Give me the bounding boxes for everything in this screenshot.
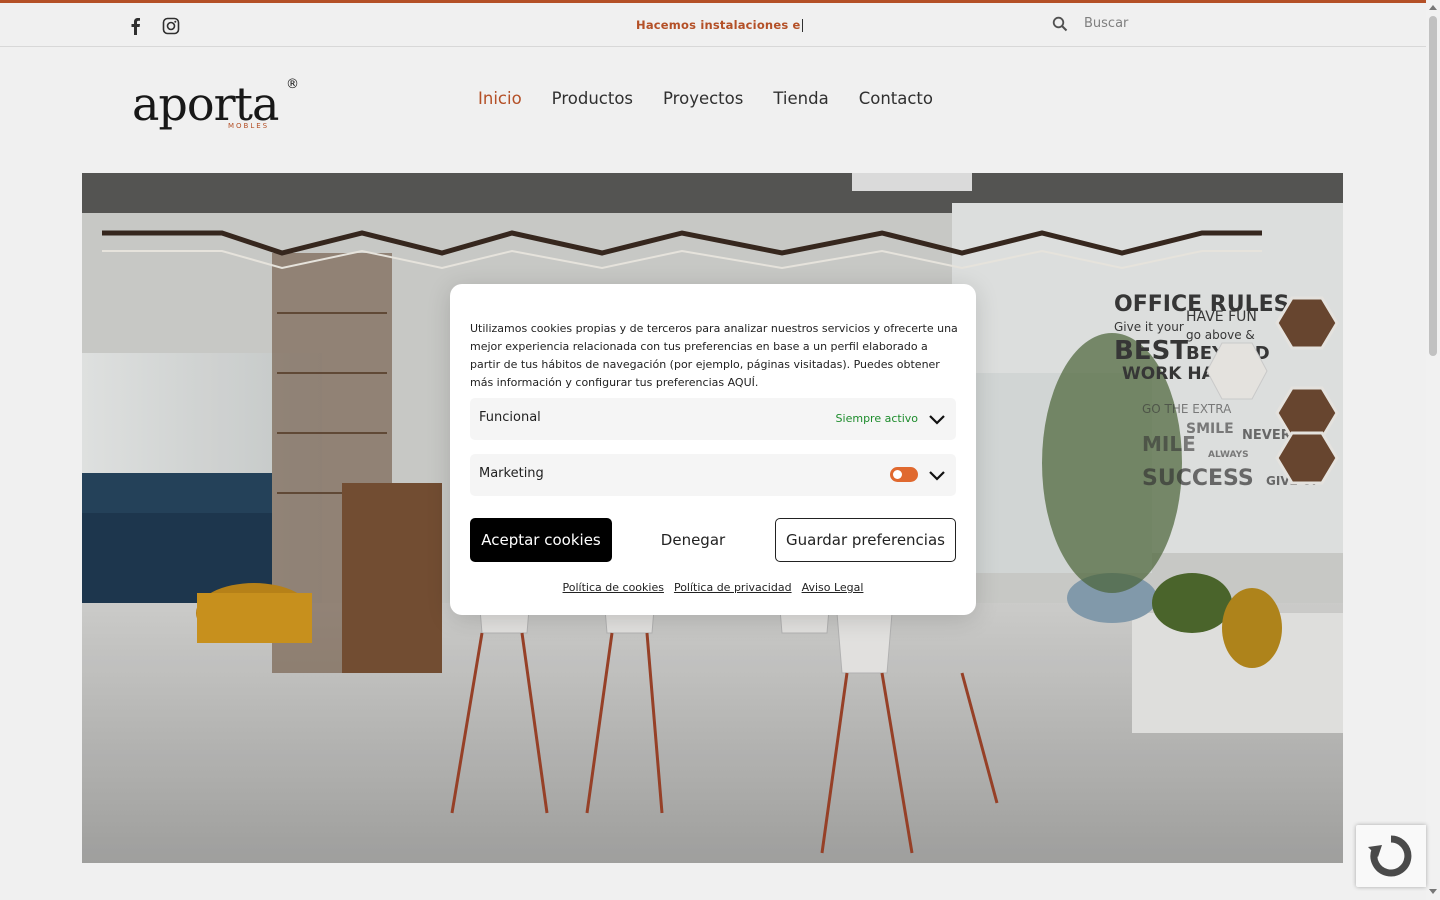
- cookie-policy-links: Política de cookies Política de privacid…: [450, 581, 976, 594]
- cookie-category-status: Siempre activo: [835, 412, 918, 425]
- chevron-down-icon[interactable]: [928, 466, 946, 484]
- cookie-policy-link[interactable]: Política de cookies: [563, 581, 664, 594]
- legal-notice-link[interactable]: Aviso Legal: [802, 581, 864, 594]
- scroll-down-arrow-icon[interactable]: [1429, 889, 1437, 894]
- page-scrollbar[interactable]: [1426, 0, 1440, 900]
- cookie-category-name: Marketing: [479, 466, 544, 481]
- marketing-toggle[interactable]: [890, 467, 918, 482]
- privacy-policy-link[interactable]: Política de privacidad: [674, 581, 792, 594]
- deny-cookies-button[interactable]: Denegar: [632, 518, 754, 562]
- scroll-up-arrow-icon[interactable]: [1429, 5, 1437, 10]
- recaptcha-badge[interactable]: [1356, 825, 1426, 887]
- cookie-category-name: Funcional: [479, 410, 541, 425]
- cookie-category-funcional[interactable]: Funcional Siempre activo: [470, 398, 956, 440]
- recaptcha-icon: [1368, 835, 1412, 877]
- cookie-consent-text: Utilizamos cookies propias y de terceros…: [470, 322, 958, 389]
- cookie-category-marketing[interactable]: Marketing: [470, 454, 956, 496]
- cookie-consent-dialog: Utilizamos cookies propias y de terceros…: [450, 284, 976, 615]
- accept-cookies-button[interactable]: Aceptar cookies: [470, 518, 612, 562]
- chevron-down-icon[interactable]: [928, 410, 946, 428]
- save-preferences-button[interactable]: Guardar preferencias: [775, 518, 956, 562]
- scrollbar-thumb[interactable]: [1429, 16, 1437, 356]
